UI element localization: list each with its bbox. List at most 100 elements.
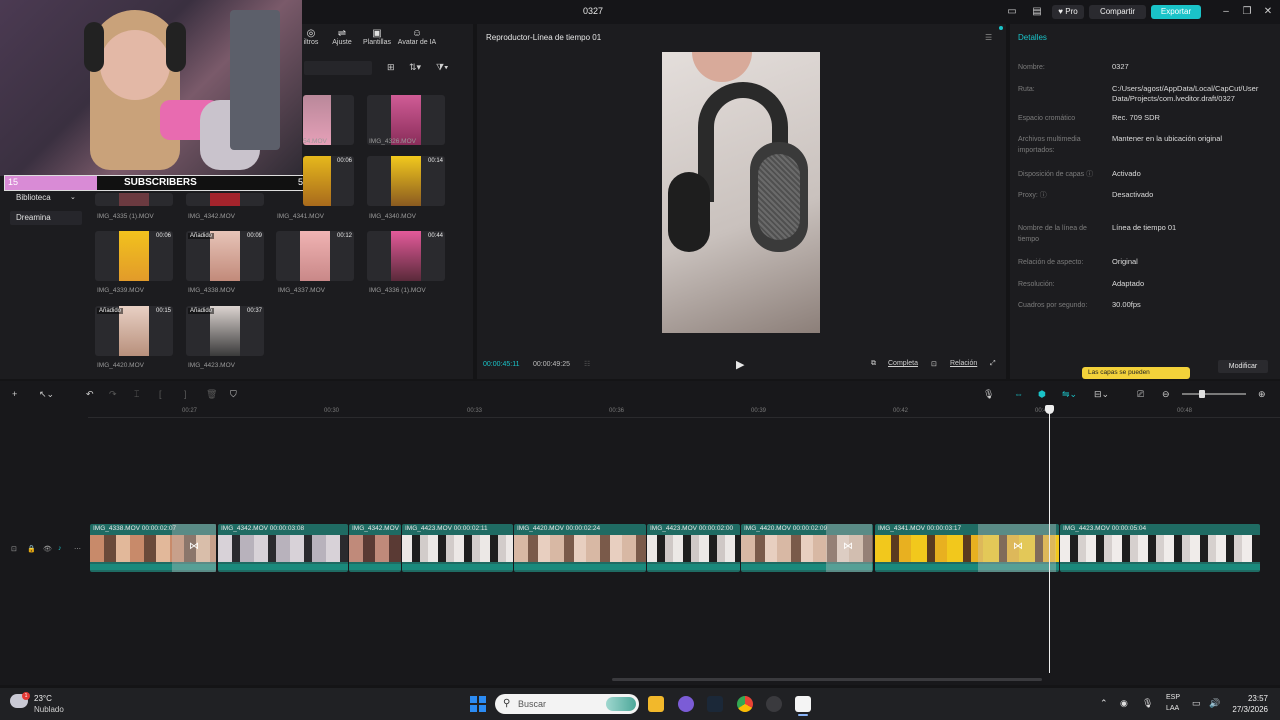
capcut-icon[interactable] <box>795 696 811 712</box>
screenshot-icon[interactable]: ⊡ <box>931 360 937 368</box>
zoom-in-icon[interactable]: ⊕ <box>1258 389 1266 400</box>
video-preview[interactable] <box>662 52 820 333</box>
snap-icon[interactable]: ⬢ <box>1038 389 1046 400</box>
eye-icon[interactable]: 👁 <box>43 545 52 553</box>
add-icon[interactable]: + <box>12 389 17 399</box>
timeline-clip[interactable]: IMG_4423.MOV 00:00:05:04 <box>1060 524 1260 572</box>
split-right-icon[interactable]: ] <box>184 389 187 399</box>
timeline-clip[interactable]: IMG_4342.MOV 00:00:03:08 <box>218 524 348 572</box>
full-quality-button[interactable]: Completa <box>888 360 918 367</box>
clock-time[interactable]: 23:57 <box>1232 694 1268 703</box>
minimize-icon[interactable]: – <box>1219 5 1233 19</box>
lock-icon[interactable]: 🔒 <box>27 545 36 553</box>
sidebar-item-dreamina[interactable]: Dreamina <box>10 211 82 225</box>
delete-icon[interactable]: 🗑 <box>206 389 217 400</box>
split-icon[interactable]: ⌶ <box>134 389 139 400</box>
layout-icon[interactable]: ▭ <box>1006 6 1018 17</box>
transition-icon[interactable]: ⋈ <box>1013 541 1023 552</box>
media-thumb[interactable]: 00:06 <box>303 156 354 206</box>
tab-adjust[interactable]: ⇌ Ajuste <box>329 28 355 46</box>
split-left-icon[interactable]: [ <box>159 389 162 399</box>
language-indicator[interactable]: ESP <box>1166 694 1180 701</box>
media-search-input[interactable] <box>304 61 372 75</box>
monitor-icon[interactable]: ▭ <box>1192 698 1201 709</box>
redo-icon[interactable]: ↷ <box>109 389 117 400</box>
shortcuts-icon[interactable]: ▤ <box>1031 6 1043 17</box>
media-thumb[interactable] <box>95 193 173 206</box>
media-thumb[interactable]: Añadido 00:09 <box>186 231 264 281</box>
media-thumb[interactable]: 00:06 <box>95 231 173 281</box>
network-tray-icon[interactable]: ◉ <box>1120 698 1128 709</box>
media-thumb[interactable]: 00:14 <box>367 156 445 206</box>
preview-axis-icon[interactable]: ⇋⌄ <box>1062 389 1077 400</box>
detail-value: Desactivado <box>1112 190 1154 199</box>
clock-date[interactable]: 27/3/2026 <box>1224 705 1268 714</box>
media-thumb[interactable]: 00:44 <box>367 231 445 281</box>
playhead-handle[interactable] <box>1045 405 1054 414</box>
play-button[interactable]: ▶ <box>736 358 744 371</box>
audio-icon[interactable]: ♪ <box>58 545 62 552</box>
pro-button[interactable]: ♥ Pro <box>1052 5 1084 19</box>
menu-icon[interactable]: ☰ <box>985 33 992 42</box>
chevron-up-icon[interactable]: ⌃ <box>1100 698 1108 709</box>
timeline-clip[interactable]: IMG_4420.MOV 00:00:02:24 <box>514 524 646 572</box>
volume-icon[interactable]: 🔊 <box>1209 698 1220 709</box>
media-name: IMG_4337.MOV <box>278 287 325 294</box>
timeline-clip[interactable]: IMG_4423.MOV 00:00:02:00 <box>647 524 740 572</box>
transition-icon[interactable]: ⋈ <box>843 541 853 552</box>
timeline-clip[interactable]: IMG_4423.MOV 00:00:02:11 <box>402 524 513 572</box>
weather-condition[interactable]: Nublado <box>34 705 64 714</box>
zoom-slider-handle[interactable] <box>1199 390 1205 398</box>
chrome-icon[interactable] <box>737 696 753 712</box>
undo-icon[interactable]: ↶ <box>86 389 94 400</box>
link-icon[interactable]: ⇔ <box>1014 389 1023 399</box>
share-button[interactable]: Compartir <box>1089 5 1146 19</box>
steam-icon[interactable] <box>707 696 723 712</box>
media-thumb[interactable]: Añadido 00:37 <box>186 306 264 356</box>
caption-icon[interactable]: ⎚ <box>1137 389 1144 400</box>
close-icon[interactable]: ✕ <box>1261 5 1275 19</box>
more-icon[interactable]: ⋯ <box>74 545 81 553</box>
microphone-icon[interactable]: 🎙 <box>983 389 994 400</box>
discord-icon[interactable] <box>678 696 694 712</box>
crop-icon[interactable]: ⧉ <box>871 360 876 368</box>
windows-start-icon[interactable] <box>470 696 486 712</box>
shield-icon[interactable]: ⛉ <box>230 389 237 400</box>
grid-view-icon[interactable]: ⊞ <box>387 62 395 73</box>
playhead[interactable] <box>1049 405 1050 673</box>
tab-filters[interactable]: ◎ iltros <box>300 28 322 46</box>
media-thumb[interactable]: Añadido 00:15 <box>95 306 173 356</box>
media-name: IMG_4339.MOV <box>97 287 144 294</box>
fullscreen-icon[interactable]: ⤢ <box>990 360 996 368</box>
detail-value: Activado <box>1112 169 1141 178</box>
keyboard-layout-indicator[interactable]: LAA <box>1166 705 1179 712</box>
maximize-icon[interactable]: ❐ <box>1240 5 1254 19</box>
media-name: 54.MOV <box>303 138 327 145</box>
timeline-scrollbar[interactable] <box>612 678 1042 681</box>
media-thumb[interactable]: 00:12 <box>276 231 354 281</box>
filter-icon: ◎ <box>306 28 316 39</box>
aspect-ratio-button[interactable]: Relación <box>950 360 977 367</box>
track-cover-icon[interactable]: ⊡ <box>11 545 17 553</box>
export-button[interactable]: Exportar <box>1151 5 1201 19</box>
active-app-indicator <box>798 714 808 716</box>
select-tool-icon[interactable]: ↖⌄ <box>39 389 54 400</box>
media-thumb[interactable] <box>186 193 264 206</box>
tab-templates[interactable]: ▣ Plantillas <box>360 28 394 46</box>
modify-button[interactable]: Modificar <box>1218 360 1268 373</box>
details-title: Detalles <box>1018 33 1047 42</box>
zoom-slider[interactable] <box>1182 393 1246 395</box>
sort-icon[interactable]: ⇅▾ <box>409 62 421 73</box>
weather-temperature[interactable]: 23°C <box>34 694 52 703</box>
filter-dropdown-icon[interactable]: ⧩▾ <box>436 62 448 73</box>
microphone-tray-icon[interactable]: 🎙 <box>1142 698 1153 709</box>
obs-icon[interactable] <box>766 696 782 712</box>
transition-icon[interactable]: ⋈ <box>189 541 199 552</box>
timeline-view-icon[interactable]: ☷ <box>584 360 590 368</box>
tab-ai-avatar[interactable]: ☺ Avatar de IA <box>396 28 438 46</box>
timeline-clip[interactable]: IMG_4342.MOV <box>349 524 401 572</box>
split-view-icon[interactable]: ⊟⌄ <box>1094 389 1109 400</box>
file-explorer-icon[interactable] <box>648 696 664 712</box>
sidebar-item-library[interactable]: Biblioteca ⌄ <box>10 191 82 205</box>
zoom-out-icon[interactable]: ⊖ <box>1162 389 1170 400</box>
